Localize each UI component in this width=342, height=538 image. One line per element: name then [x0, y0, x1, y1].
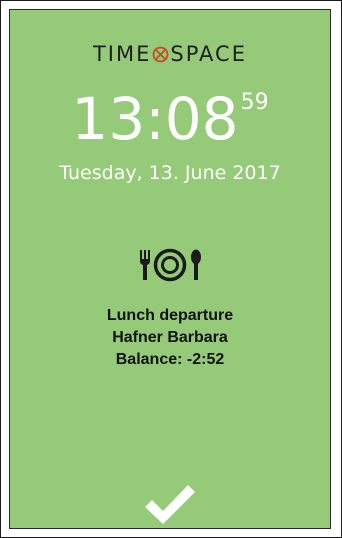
checkmark-icon	[145, 485, 195, 524]
clock-seconds: 59	[240, 90, 269, 115]
clock-hours-minutes: 13:08	[71, 85, 239, 153]
event-type: Lunch departure	[106, 307, 234, 324]
clock-cross-icon	[153, 46, 169, 63]
logo-text-time: TIME	[92, 42, 152, 66]
employee-name: Hafner Barbara	[112, 329, 228, 346]
clock-display: 13:0859	[10, 90, 330, 148]
balance-text: Balance: -2:52	[115, 351, 225, 368]
logo-text-space: SPACE	[170, 42, 247, 66]
device-frame: TIME SPACE 13:0859 Tuesday, 13. June 201…	[0, 0, 342, 538]
timespace-logo: TIME SPACE	[10, 44, 330, 65]
cutlery-plate-icon	[140, 248, 201, 282]
status-panel: TIME SPACE 13:0859 Tuesday, 13. June 201…	[9, 9, 331, 529]
date-display: Tuesday, 13. June 2017	[59, 162, 281, 184]
